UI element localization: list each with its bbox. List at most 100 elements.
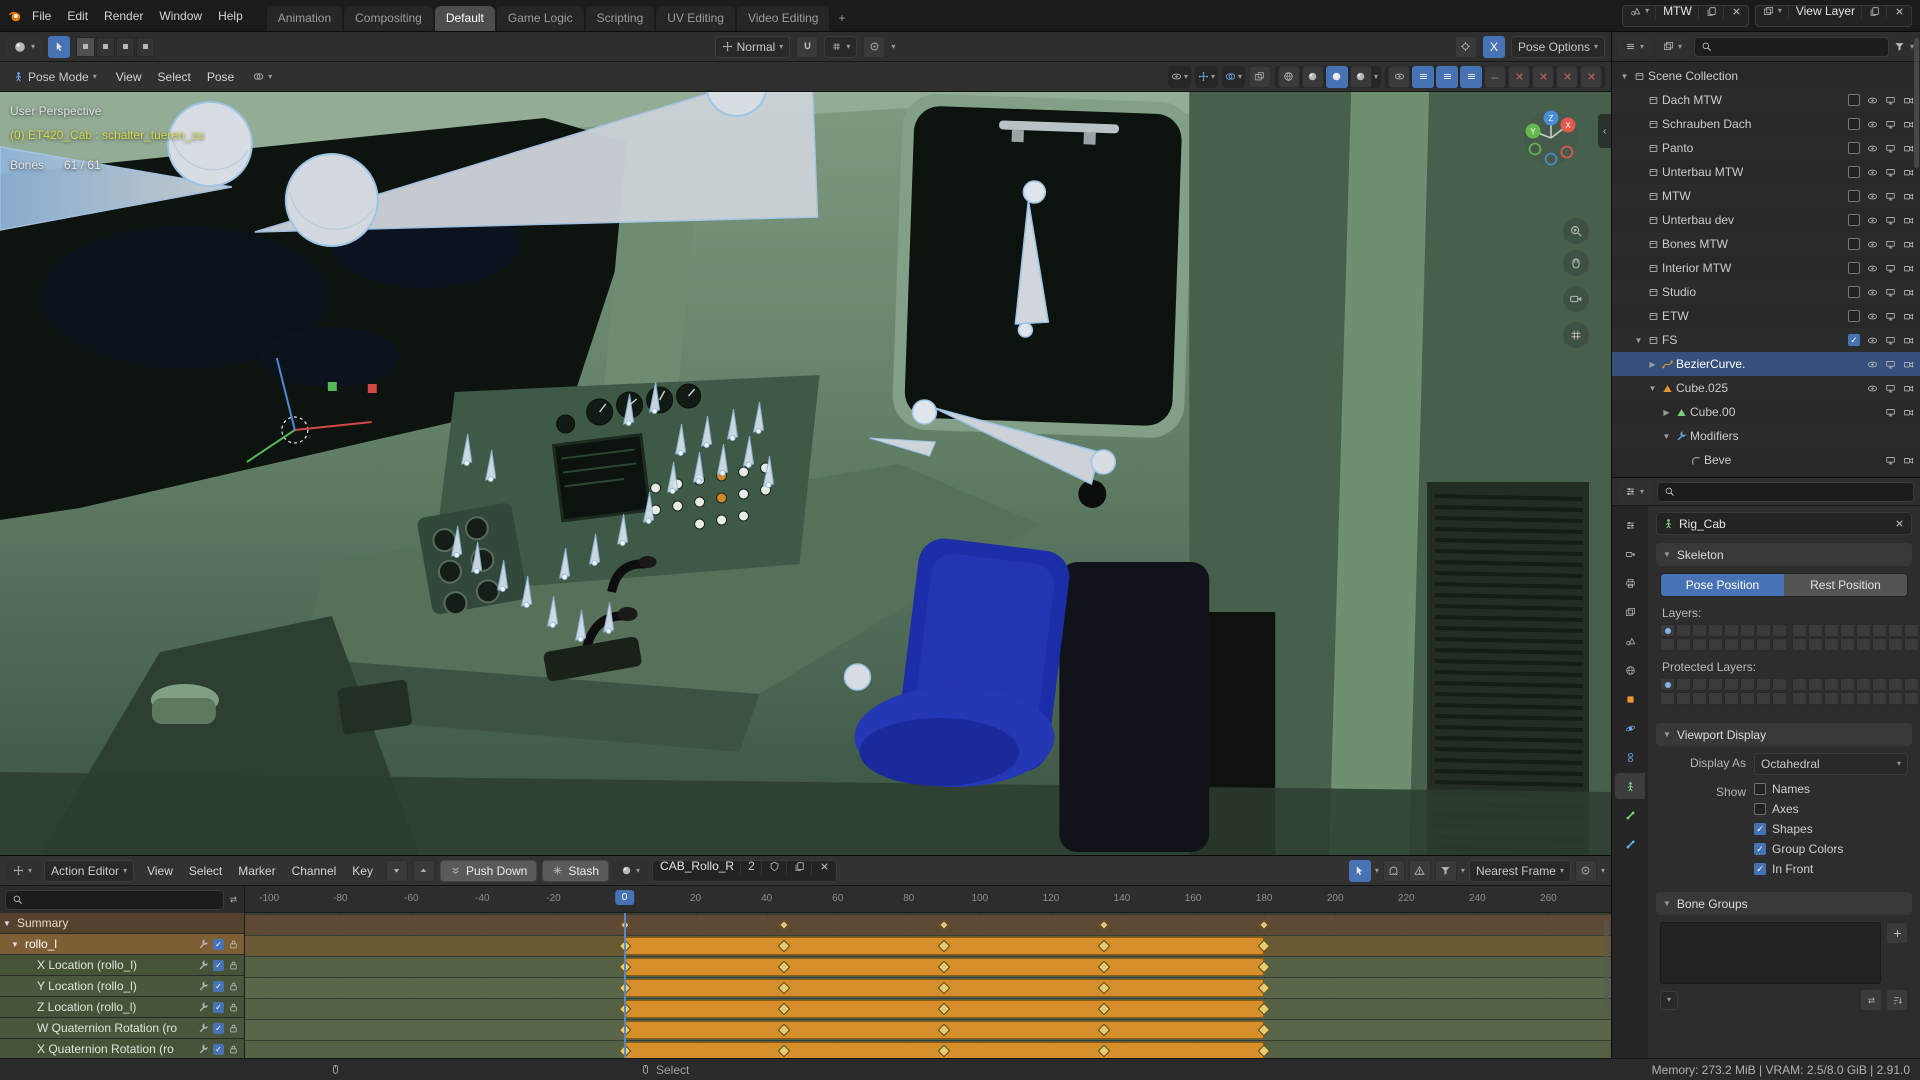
layer-toggle[interactable] <box>1740 624 1755 637</box>
collection-checkbox[interactable] <box>1848 166 1860 178</box>
show-overlays-dropdown[interactable]: ▾ <box>1222 66 1245 88</box>
layer-toggle[interactable] <box>1660 678 1675 691</box>
workspace-tab-animation[interactable]: Animation <box>267 6 342 31</box>
properties-editor-type-dropdown[interactable]: ▾ <box>1618 481 1651 503</box>
layer-toggle[interactable] <box>1872 678 1887 691</box>
layer-toggle[interactable] <box>1740 678 1755 691</box>
layer-toggle[interactable] <box>1840 638 1855 651</box>
collection-checkbox[interactable]: ✓ <box>1848 334 1860 346</box>
layer-toggle[interactable] <box>1904 692 1919 705</box>
show-shapes-checkbox[interactable]: ✓Shapes <box>1754 822 1843 836</box>
snap-mode-dropdown[interactable]: Nearest Frame▾ <box>1469 860 1571 882</box>
rest-position-button[interactable]: Rest Position <box>1784 574 1907 596</box>
workspace-tab-uv-editing[interactable]: UV Editing <box>656 6 735 31</box>
properties-tab-output[interactable] <box>1615 570 1645 596</box>
layer-toggle[interactable] <box>1692 624 1707 637</box>
collection-checkbox[interactable] <box>1848 94 1860 106</box>
select-mode-intersect-button[interactable] <box>136 37 155 57</box>
keyframe-row-x-quaternion-rotation-ro[interactable] <box>245 1041 1611 1058</box>
layered-animation-down-button[interactable] <box>386 860 408 882</box>
collection-slot-3-button[interactable] <box>1460 66 1482 88</box>
layer-toggle[interactable] <box>1676 692 1691 705</box>
channel-enable-checkbox[interactable]: ✓ <box>213 1044 224 1055</box>
gizmo-x-axis[interactable]: X <box>1565 121 1571 130</box>
action-users-button[interactable]: 2 <box>741 860 762 877</box>
layer-toggle[interactable] <box>1740 692 1755 705</box>
properties-tab-world[interactable] <box>1615 657 1645 683</box>
select-mode-subtract-button[interactable] <box>116 37 135 57</box>
zoom-button[interactable] <box>1563 218 1589 244</box>
layer-toggle[interactable] <box>1676 638 1691 651</box>
layer-toggle[interactable] <box>1692 692 1707 705</box>
layer-toggle[interactable] <box>1724 624 1739 637</box>
layer-toggle[interactable] <box>1756 678 1771 691</box>
expand-toggle[interactable]: ▼ <box>1632 336 1645 345</box>
properties-tab-bone-constraints[interactable] <box>1615 831 1645 857</box>
pose-options-dropdown[interactable]: Pose Options▾ <box>1511 36 1605 58</box>
layer-toggle[interactable] <box>1840 624 1855 637</box>
unlink-action-button[interactable] <box>812 860 836 877</box>
snap-toggle-button[interactable] <box>796 36 818 58</box>
channel-enable-checkbox[interactable]: ✓ <box>213 1023 224 1034</box>
layer-toggle[interactable] <box>1676 624 1691 637</box>
timeline-ruler[interactable]: -100-80-60-40-20020406080100120140160180… <box>245 886 1611 913</box>
collection-slot-4-button[interactable]: – <box>1484 66 1506 88</box>
layer-toggle[interactable] <box>1708 678 1723 691</box>
proportional-editing-toggle[interactable] <box>863 36 885 58</box>
active-tool-select-box-button[interactable] <box>48 36 70 58</box>
new-view-layer-button[interactable] <box>1862 5 1887 22</box>
outliner-item-etw[interactable]: ETW <box>1612 304 1920 328</box>
proportional-editing-caret[interactable]: ▾ <box>891 43 895 51</box>
layer-toggle[interactable] <box>1740 638 1755 651</box>
layer-toggle[interactable] <box>1724 638 1739 651</box>
dopesheet-menu-key[interactable]: Key <box>344 861 381 881</box>
shading-options-caret[interactable]: ▾ <box>1374 73 1378 81</box>
layer-toggle[interactable] <box>1660 692 1675 705</box>
filter-funnel-icon[interactable] <box>1894 41 1905 52</box>
playhead-line[interactable] <box>624 913 626 1058</box>
expand-toggle[interactable]: ▼ <box>0 919 14 928</box>
outliner-item-mtw[interactable]: MTW <box>1612 184 1920 208</box>
keyframe-row-rollo-l[interactable] <box>245 936 1611 956</box>
collection-slot-empty-1-button[interactable] <box>1508 66 1530 88</box>
properties-tab-render[interactable] <box>1615 541 1645 567</box>
dopesheet-search[interactable] <box>5 890 224 910</box>
layer-toggle[interactable] <box>1824 624 1839 637</box>
collection-checkbox[interactable] <box>1848 286 1860 298</box>
menu-window[interactable]: Window <box>151 6 210 26</box>
properties-tab-scene[interactable] <box>1615 628 1645 654</box>
select-mode-extend-button[interactable] <box>96 37 115 57</box>
show-gizmo-dropdown[interactable]: ▾ <box>1195 66 1218 88</box>
layer-toggle[interactable] <box>1792 624 1807 637</box>
layer-toggle[interactable] <box>1660 624 1675 637</box>
armature-id-name[interactable]: Rig_Cab <box>1679 517 1889 531</box>
layered-animation-up-button[interactable] <box>413 860 435 882</box>
menu-render[interactable]: Render <box>96 6 151 26</box>
outliner-item-modifiers[interactable]: ▼Modifiers <box>1612 424 1920 448</box>
shading-wireframe-button[interactable] <box>1278 66 1300 88</box>
transform-pivot-button[interactable] <box>1455 36 1477 58</box>
layer-toggle[interactable] <box>1872 692 1887 705</box>
layer-toggle[interactable] <box>1824 678 1839 691</box>
keyframe-diamond[interactable] <box>1259 920 1269 930</box>
layer-toggle[interactable] <box>1708 638 1723 651</box>
object-type-visibility-dropdown[interactable]: ▾ <box>1168 66 1191 88</box>
funnel-caret[interactable]: ▾ <box>1461 867 1465 875</box>
channel-enable-checkbox[interactable]: ✓ <box>213 981 224 992</box>
show-hidden-toggle[interactable] <box>1383 860 1405 882</box>
list-sort-button[interactable] <box>1886 989 1908 1011</box>
gizmo-y-axis[interactable]: Y <box>1530 127 1536 136</box>
outliner-item-bones-mtw[interactable]: Bones MTW <box>1612 232 1920 256</box>
workspace-tab-scripting[interactable]: Scripting <box>586 6 655 31</box>
channel-y-location-rollo-l[interactable]: Y Location (rollo_l)✓ <box>0 976 244 996</box>
properties-tab-object[interactable] <box>1615 686 1645 712</box>
outliner-item-dach-mtw[interactable]: Dach MTW <box>1612 88 1920 112</box>
new-scene-button[interactable] <box>1699 5 1724 22</box>
keyframe-row-y-location-rollo-l[interactable] <box>245 978 1611 998</box>
layer-toggle[interactable] <box>1904 678 1919 691</box>
camera-view-button[interactable] <box>1563 286 1589 312</box>
action-browse-dropdown[interactable]: ▾ <box>614 860 647 882</box>
layer-toggle[interactable] <box>1772 678 1787 691</box>
outliner-item-cube-00[interactable]: ▶Cube.00 <box>1612 400 1920 424</box>
viewport-menu-pose[interactable]: Pose <box>199 67 242 87</box>
